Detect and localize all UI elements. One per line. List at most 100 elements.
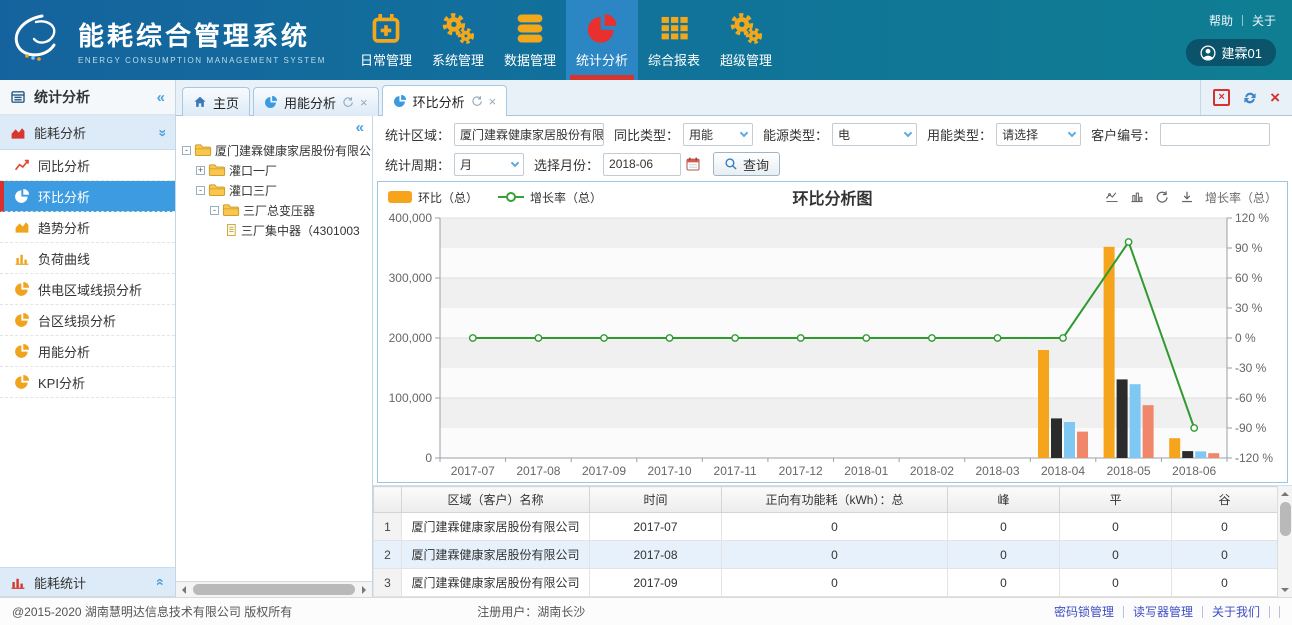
scroll-up-arrow[interactable] [1281, 486, 1289, 500]
customer-no-label: 客户编号： [1091, 125, 1156, 144]
sidebar-item-供电区域线损分析[interactable]: 供电区域线损分析 [0, 274, 175, 305]
footer-link-读写器管理[interactable]: 读写器管理 [1133, 603, 1193, 620]
energy-type-select[interactable]: 电 [832, 123, 917, 146]
restore-icon[interactable] [1155, 190, 1169, 204]
tab-主页[interactable]: 主页 [182, 87, 250, 116]
nav-item-统计分析[interactable]: 统计分析 [566, 0, 638, 80]
collapse-tree-icon[interactable]: « [356, 119, 364, 136]
region-label: 统计区域： [385, 125, 450, 144]
save-image-icon[interactable] [1180, 190, 1194, 204]
close-tab-icon[interactable]: × [1270, 89, 1280, 106]
table-vertical-scrollbar[interactable] [1277, 486, 1292, 597]
switch-to-line-icon[interactable] [1105, 190, 1119, 204]
svg-text:2017-08: 2017-08 [516, 464, 560, 478]
user-menu[interactable]: 建霖01 [1186, 39, 1276, 66]
help-link[interactable]: 帮助 [1209, 12, 1233, 29]
table-header[interactable]: 平 [1060, 487, 1172, 513]
scrollbar-thumb[interactable] [193, 584, 355, 595]
table-header[interactable]: 时间 [590, 487, 722, 513]
footer-link-密码锁管理[interactable]: 密码锁管理 [1054, 603, 1114, 620]
sidebar-item-趋势分析[interactable]: 趋势分析 [0, 212, 175, 243]
nav-item-超级管理[interactable]: 超级管理 [710, 0, 782, 80]
sidebar-item-环比分析[interactable]: 环比分析 [0, 181, 175, 212]
tab-close-icon[interactable]: × [489, 95, 497, 108]
scrollbar-thumb[interactable] [1280, 502, 1291, 536]
nav-item-系统管理[interactable]: 系统管理 [422, 0, 494, 80]
sidebar-group-energy-stats[interactable]: 能耗统计 « [0, 567, 175, 597]
query-button[interactable]: 查询 [713, 152, 780, 176]
period-label: 统计周期： [385, 155, 450, 174]
tree-toggle-icon[interactable]: + [196, 166, 205, 175]
table-header[interactable]: 正向有功能耗（kWh）：总 [722, 487, 948, 513]
table-row[interactable]: 3厦门建霖健康家居股份有限公司2017-090000 [374, 569, 1278, 597]
tree-node-三厂集中器（4301003[interactable]: 三厂集中器（4301003 [176, 220, 372, 240]
tree-node-label: 三厂集中器（4301003 [241, 222, 360, 239]
table-header[interactable]: 谷 [1172, 487, 1278, 513]
panel-list-icon [10, 89, 26, 105]
sidebar-item-label: 环比分析 [38, 187, 90, 206]
tree-horizontal-scrollbar[interactable] [176, 581, 372, 597]
tab-refresh-icon[interactable] [342, 96, 354, 108]
customer-no-input[interactable] [1160, 123, 1270, 146]
chevron-down-icon [740, 128, 748, 136]
scroll-left-arrow[interactable] [176, 582, 191, 597]
tree-toggle-icon[interactable]: - [196, 186, 205, 195]
legend-item-增长率（总）[interactable]: 增长率（总） [498, 189, 602, 206]
tree-toggle-icon[interactable]: - [210, 206, 219, 215]
calendar-icon[interactable] [685, 156, 701, 172]
compare-type-label: 同比类型： [614, 125, 679, 144]
registered-user: 注册用户：湖南长沙 [477, 603, 585, 620]
tree-node-灌口三厂[interactable]: - 灌口三厂 [176, 180, 372, 200]
tree-node-label: 灌口三厂 [229, 182, 277, 199]
sidebar-item-用能分析[interactable]: 用能分析 [0, 336, 175, 367]
sidebar: 统计分析 « 能耗分析 « 同比分析环比分析趋势分析负荷曲线供电区域线损分析台区… [0, 80, 176, 597]
tab-refresh-icon[interactable] [471, 95, 483, 107]
tab-用能分析[interactable]: 用能分析× [253, 87, 379, 116]
folder-icon [222, 203, 240, 217]
tree-toggle-icon[interactable]: - [182, 146, 191, 155]
month-label: 选择月份： [534, 155, 599, 174]
period-select[interactable]: 月 [454, 153, 524, 176]
month-input[interactable]: 2018-06 [603, 153, 681, 176]
nav-item-综合报表[interactable]: 综合报表 [638, 0, 710, 80]
nav-item-日常管理[interactable]: 日常管理 [350, 0, 422, 80]
legend-item-环比（总）[interactable]: 环比（总） [388, 189, 478, 206]
sidebar-group-energy-analysis[interactable]: 能耗分析 « [0, 116, 175, 150]
footer: @2015-2020 湖南慧明达信息技术有限公司 版权所有 注册用户：湖南长沙 … [0, 597, 1292, 625]
sidebar-item-台区线损分析[interactable]: 台区线损分析 [0, 305, 175, 336]
about-link[interactable]: 关于 [1252, 12, 1276, 29]
tab-close-icon[interactable]: × [360, 96, 368, 109]
nav-item-数据管理[interactable]: 数据管理 [494, 0, 566, 80]
refresh-tab-icon[interactable] [1242, 90, 1258, 106]
footer-link-关于我们[interactable]: 关于我们 [1212, 603, 1260, 620]
sidebar-item-同比分析[interactable]: 同比分析 [0, 150, 175, 181]
scroll-right-arrow[interactable] [357, 582, 372, 597]
collapse-sidebar-icon[interactable]: « [157, 90, 165, 105]
gears-icon [728, 12, 764, 45]
folder-icon [208, 163, 226, 177]
nav-label: 日常管理 [360, 50, 412, 69]
table-header[interactable] [374, 487, 402, 513]
svg-text:2017-09: 2017-09 [582, 464, 626, 478]
tab-环比分析[interactable]: 环比分析× [382, 85, 508, 116]
sidebar-item-负荷曲线[interactable]: 负荷曲线 [0, 243, 175, 274]
sidebar-item-label: 用能分析 [38, 342, 90, 361]
chevron-down-icon [511, 158, 519, 166]
switch-to-bar-icon[interactable] [1130, 190, 1144, 204]
table-row[interactable]: 1厦门建霖健康家居股份有限公司2017-070000 [374, 513, 1278, 541]
table-row[interactable]: 2厦门建霖健康家居股份有限公司2017-080000 [374, 541, 1278, 569]
tree-node-灌口一厂[interactable]: +灌口一厂 [176, 160, 372, 180]
usage-type-select[interactable]: 请选择 [996, 123, 1081, 146]
sidebar-item-KPI分析[interactable]: KPI分析 [0, 367, 175, 398]
tree-node-厦门建霖健康家居股份有限公司[interactable]: -厦门建霖健康家居股份有限公司 [176, 140, 372, 160]
table-header[interactable]: 区域（客户）名称 [402, 487, 590, 513]
close-all-tabs-icon[interactable]: × [1213, 89, 1230, 106]
scroll-down-arrow[interactable] [1281, 583, 1289, 597]
result-table: 区域（客户）名称时间正向有功能耗（kWh）：总峰平谷1厦门建霖健康家居股份有限公… [373, 486, 1277, 597]
svg-text:0: 0 [425, 451, 432, 465]
svg-text:2017-07: 2017-07 [451, 464, 495, 478]
tree-node-三厂总变压器[interactable]: -三厂总变压器 [176, 200, 372, 220]
table-header[interactable]: 峰 [948, 487, 1060, 513]
region-input[interactable]: 厦门建霖健康家居股份有限公司 [454, 123, 604, 146]
compare-type-select[interactable]: 用能 [683, 123, 753, 146]
